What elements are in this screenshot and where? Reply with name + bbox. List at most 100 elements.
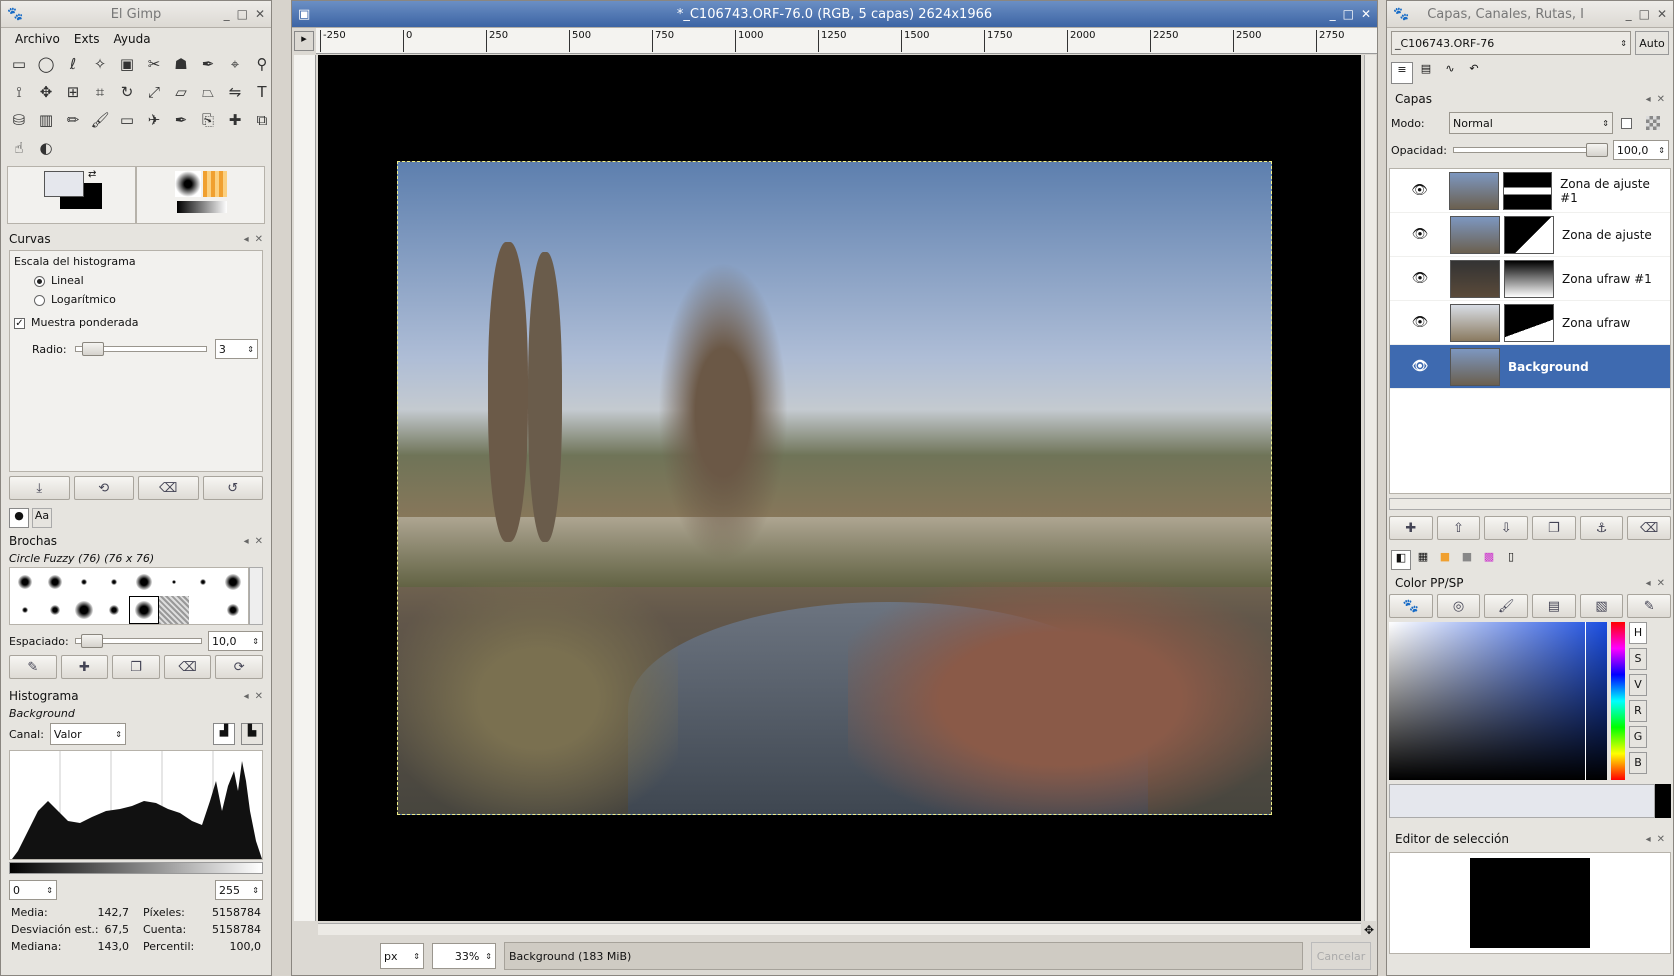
delete-layer-button[interactable]: ⌫: [1627, 516, 1672, 540]
tab-menu-icon[interactable]: ◂: [1646, 834, 1651, 845]
unit-select[interactable]: px ⇕: [380, 943, 424, 969]
pattern-preview[interactable]: [203, 171, 227, 197]
brush-thumbnail[interactable]: [129, 568, 159, 596]
brush-thumbnail[interactable]: [158, 596, 189, 624]
radius-spinner[interactable]: 3 ⇕: [214, 339, 258, 359]
color-picker-button[interactable]: ✎: [1627, 594, 1672, 618]
minimize-icon[interactable]: _: [224, 7, 230, 21]
restore-options-button[interactable]: ⟲: [73, 476, 134, 500]
align-tool-icon[interactable]: ⊞: [61, 80, 85, 104]
layer-mask-thumbnail[interactable]: [1504, 303, 1554, 342]
layer-thumbnail[interactable]: [1449, 171, 1499, 210]
maximize-icon[interactable]: □: [237, 7, 248, 21]
brush-thumbnail[interactable]: [10, 568, 40, 596]
brush-thumbnail[interactable]: [99, 596, 129, 624]
crop-tool-icon[interactable]: ⌗: [88, 80, 112, 104]
linear-option[interactable]: Lineal: [34, 274, 258, 287]
visibility-eye-icon[interactable]: 👁: [1390, 315, 1450, 330]
range-max-spinner[interactable]: 255 ⇕: [215, 880, 263, 900]
reset-options-button[interactable]: ↺: [202, 476, 263, 500]
new-brush-button[interactable]: ✚: [60, 655, 109, 679]
visibility-eye-icon[interactable]: 👁: [1390, 183, 1449, 198]
lock-alpha-checkbox[interactable]: [1621, 117, 1632, 129]
text-tool-icon[interactable]: T: [250, 80, 274, 104]
hue-strip[interactable]: [1611, 622, 1625, 780]
foreground-color-swatch[interactable]: [44, 171, 84, 197]
toolbox-titlebar[interactable]: 🐾 El Gimp _ □ ✕: [1, 1, 271, 28]
colormap-tab-icon[interactable]: ▩: [1479, 550, 1499, 570]
dropdown-icon[interactable]: ⇕: [413, 952, 420, 961]
fuzzy-select-tool-icon[interactable]: ✧: [88, 52, 112, 76]
close-icon[interactable]: ✕: [1361, 7, 1371, 21]
layer-mask-thumbnail[interactable]: [1504, 259, 1554, 298]
tab-menu-icon[interactable]: ◂: [244, 536, 249, 547]
foreground-select-tool-icon[interactable]: ☗: [169, 52, 193, 76]
ink-tool-icon[interactable]: ✒: [169, 108, 193, 132]
close-tab-icon[interactable]: ✕: [255, 536, 263, 547]
background-color-bar[interactable]: [1655, 784, 1671, 818]
dropdown-icon[interactable]: ⇕: [485, 952, 492, 961]
close-icon[interactable]: ✕: [1657, 7, 1667, 21]
refresh-brushes-button[interactable]: ⟳: [215, 655, 263, 679]
airbrush-tool-icon[interactable]: ✈: [142, 108, 166, 132]
raise-layer-button[interactable]: ⇧: [1436, 516, 1481, 540]
menu-exts[interactable]: Exts: [74, 32, 100, 46]
layer-list-scrollbar[interactable]: [1389, 498, 1671, 510]
fonts-tab[interactable]: Aa: [32, 508, 52, 528]
rotate-tool-icon[interactable]: ↻: [115, 80, 139, 104]
channel-toggle-r[interactable]: R: [1629, 700, 1647, 722]
scales-selector-button[interactable]: ▧: [1579, 594, 1624, 618]
heal-tool-icon[interactable]: ✚: [223, 108, 247, 132]
lower-layer-button[interactable]: ⇩: [1484, 516, 1529, 540]
brush-thumbnail[interactable]: [70, 568, 100, 596]
gradients-tab-icon[interactable]: ■: [1457, 550, 1477, 570]
gradient-preview[interactable]: [177, 201, 227, 213]
dodge-tool-icon[interactable]: ◐: [34, 136, 58, 160]
blend-tool-icon[interactable]: ▥: [34, 108, 58, 132]
histogram-graph[interactable]: [9, 750, 263, 860]
triangle-selector-button[interactable]: ◎: [1436, 594, 1481, 618]
eraser-tool-icon[interactable]: ▭: [115, 108, 139, 132]
color-select-tool-icon[interactable]: ▣: [115, 52, 139, 76]
minimize-icon[interactable]: _: [1626, 7, 1632, 21]
brush-scrollbar[interactable]: [249, 567, 263, 625]
spinner-arrows-icon[interactable]: ⇕: [1658, 146, 1665, 155]
layer-name[interactable]: Background: [1508, 360, 1589, 374]
brush-thumbnail[interactable]: [129, 596, 159, 624]
vertical-ruler[interactable]: [294, 55, 316, 921]
cmyk-selector-button[interactable]: ▤: [1532, 594, 1576, 618]
sample-merged-checkbox[interactable]: ✓: [14, 317, 25, 329]
new-layer-button[interactable]: ✚: [1389, 516, 1433, 540]
opacity-slider[interactable]: [1452, 143, 1608, 157]
ellipse-select-tool-icon[interactable]: ◯: [34, 52, 58, 76]
brush-thumbnail[interactable]: [70, 596, 100, 624]
range-min-spinner[interactable]: 0 ⇕: [9, 880, 57, 900]
spinner-arrows-icon[interactable]: ⇕: [247, 345, 254, 354]
log-histogram-icon[interactable]: ▙: [241, 723, 263, 745]
save-options-button[interactable]: ⤓: [9, 476, 70, 500]
fg-bg-colors[interactable]: ⇄: [7, 166, 136, 224]
minimize-icon[interactable]: _: [1330, 7, 1336, 21]
menu-ayuda[interactable]: Ayuda: [114, 32, 151, 46]
clone-tool-icon[interactable]: ⎘: [196, 108, 220, 132]
layer-thumbnail[interactable]: [1450, 347, 1500, 386]
spinner-arrows-icon[interactable]: ⇕: [46, 886, 53, 895]
brush-preview[interactable]: [175, 171, 201, 197]
image-titlebar[interactable]: ▣ *_C106743.ORF-76.0 (RGB, 5 capas) 2624…: [292, 1, 1377, 28]
tab-menu-icon[interactable]: ◂: [244, 234, 249, 245]
fg-bg-tab-icon[interactable]: ◧: [1391, 550, 1411, 570]
close-tab-icon[interactable]: ✕: [1657, 94, 1665, 105]
move-tool-icon[interactable]: ✥: [34, 80, 58, 104]
close-tab-icon[interactable]: ✕: [255, 691, 263, 702]
auto-button[interactable]: Auto: [1635, 31, 1669, 55]
brush-thumbnail[interactable]: [10, 596, 40, 624]
maximize-icon[interactable]: □: [1639, 7, 1650, 21]
canvas[interactable]: [318, 55, 1361, 921]
anchor-layer-button[interactable]: ⚓: [1579, 516, 1624, 540]
spinner-arrows-icon[interactable]: ⇕: [252, 886, 259, 895]
palettes-tab-icon[interactable]: ▦: [1413, 550, 1433, 570]
watercolor-selector-button[interactable]: 🖌: [1484, 594, 1529, 618]
layer-thumbnail[interactable]: [1450, 259, 1500, 298]
close-tab-icon[interactable]: ✕: [1657, 578, 1665, 589]
histogram-gradient-bar[interactable]: [9, 862, 263, 874]
